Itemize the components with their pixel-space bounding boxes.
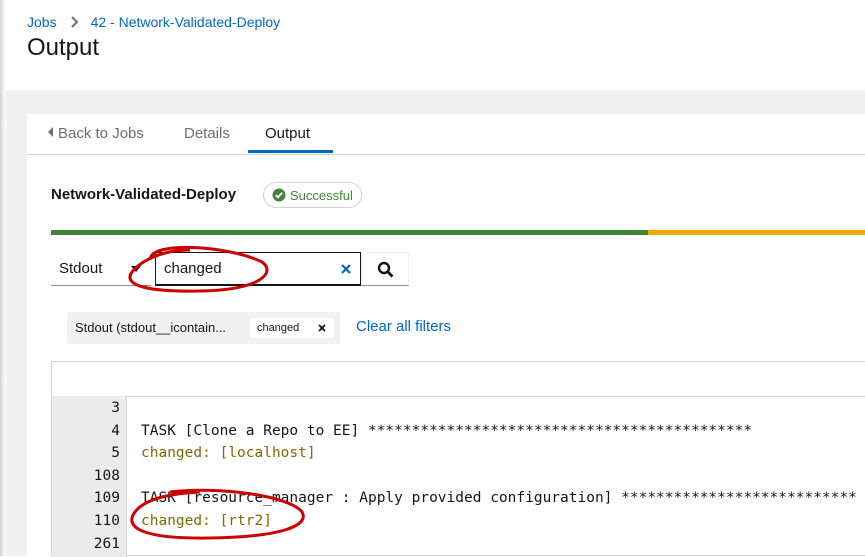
- tab-details[interactable]: Details: [184, 114, 230, 154]
- search-icon: [377, 261, 393, 277]
- job-name: Network-Validated-Deploy: [51, 186, 237, 203]
- search-type-value: Stdout: [59, 260, 103, 277]
- job-output-card: Back to Jobs Details Output Network-Vali…: [27, 114, 865, 557]
- line-number: 261: [93, 535, 120, 552]
- tab-back-label: Back to Jobs: [58, 125, 144, 142]
- page-header: Jobs 42 - Network-Validated-Deploy Outpu…: [6, 0, 865, 90]
- active-tab-indicator: [248, 150, 333, 153]
- output-line: 109 TASK [resource_manager : Apply provid…: [52, 487, 865, 509]
- page-title: Output: [27, 34, 100, 61]
- line-number: 110: [93, 513, 120, 529]
- status-badge: Successful: [263, 182, 362, 208]
- output-line: 4 TASK [Clone a Repo to EE] *************…: [52, 420, 865, 442]
- clear-all-filters-link[interactable]: Clear all filters: [356, 318, 451, 335]
- status-label: Successful: [290, 187, 353, 203]
- output-line: 110 changed: [rtr2]: [52, 510, 865, 532]
- search-input-value: changed: [164, 260, 222, 277]
- breadcrumb-job-link[interactable]: 42 - Network-Validated-Deploy: [91, 14, 281, 30]
- line-number: 5: [111, 445, 120, 462]
- output-line: 108: [52, 465, 865, 487]
- caret-left-icon: [48, 127, 53, 137]
- breadcrumb-jobs-link[interactable]: Jobs: [27, 14, 57, 30]
- output-line: 261: [52, 533, 865, 555]
- changed-output-text: changed: [rtr2]: [141, 513, 272, 529]
- filter-chip-group: Stdout (stdout__icontain... changed: [67, 312, 340, 344]
- filter-category-label: Stdout (stdout__icontain...: [75, 320, 227, 335]
- chevron-right-icon: [70, 16, 78, 28]
- host-status-bar-changed: [648, 230, 865, 235]
- output-text: TASK [Clone a Repo to EE] **************…: [141, 422, 753, 439]
- line-number: 109: [93, 490, 120, 507]
- caret-down-icon: [131, 266, 141, 272]
- search-input[interactable]: changed: [155, 252, 361, 286]
- changed-output-text: changed: [localhost]: [141, 445, 316, 462]
- output-line: 3: [52, 397, 865, 419]
- output-line: 5 changed: [localhost]: [52, 442, 865, 464]
- line-number: 108: [93, 467, 120, 484]
- output-text: TASK [resource_manager : Apply provided …: [141, 490, 857, 507]
- filter-chip: changed: [250, 318, 334, 338]
- tab-output[interactable]: Output: [265, 114, 310, 154]
- breadcrumb: Jobs 42 - Network-Validated-Deploy: [27, 14, 280, 30]
- tab-bar: Back to Jobs Details Output: [27, 114, 865, 155]
- host-status-bar-ok: [51, 230, 648, 235]
- clear-search-icon[interactable]: [340, 263, 352, 275]
- output-header: [52, 362, 865, 397]
- tab-back-to-jobs[interactable]: Back to Jobs: [48, 114, 144, 154]
- line-number: 4: [111, 422, 120, 439]
- job-output-panel: 3 4 TASK [Clone a Repo to EE] ************…: [51, 361, 865, 557]
- search-type-select[interactable]: Stdout: [51, 252, 151, 286]
- filter-chip-label: changed: [257, 322, 300, 334]
- remove-chip-icon[interactable]: [318, 324, 326, 332]
- search-button[interactable]: [361, 252, 409, 286]
- line-number: 3: [111, 400, 120, 416]
- check-circle-icon: [272, 188, 286, 202]
